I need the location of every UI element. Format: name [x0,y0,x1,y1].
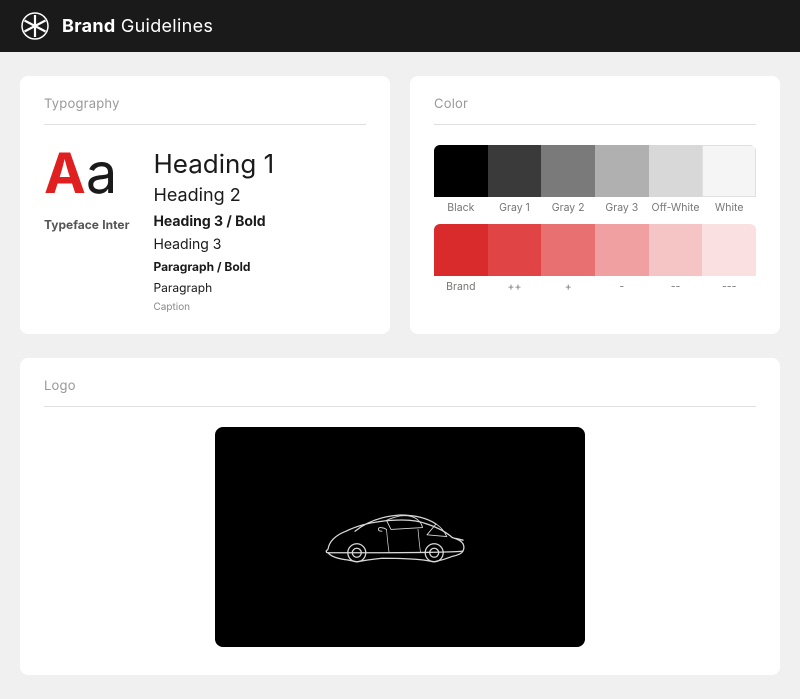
typography-divider [44,124,366,125]
swatch-box-white [702,145,756,197]
typography-aa: Aa [44,145,117,201]
swatch-box-gray3 [595,145,649,197]
swatch-label-gray3: Gray 3 [605,201,638,214]
swatch-gray2: Gray 2 [541,145,595,214]
typography-sample: Aa Typeface Inter [44,145,129,232]
swatch-label-black: Black [447,201,474,214]
swatch-brand: Brand [434,224,488,293]
swatch-label-brand-mm: -- [671,280,681,293]
swatch-label-brand-pp: ++ [508,280,522,293]
heading-3-sample: Heading 3 [153,235,274,255]
gray-swatches-row: Black Gray 1 Gray 2 Gray 3 Off-White [434,145,756,214]
swatch-black: Black [434,145,488,214]
brand-swatches-row: Brand ++ + - -- [434,224,756,293]
car-logo-icon [310,506,490,569]
letter-a-red: A [44,139,86,207]
swatch-label-brand-p: + [565,280,572,293]
swatch-box-black [434,145,488,197]
swatch-brand-mmm: --- [702,224,756,293]
logo-divider [44,406,756,407]
heading-3-bold-sample: Heading 3 / Bold [153,212,274,232]
color-section-title: Color [434,96,756,112]
typography-inner: Aa Typeface Inter Heading 1 Heading 2 He… [44,145,366,314]
swatch-label-brand-mmm: --- [722,280,737,293]
app-header: Brand Guidelines [0,0,800,52]
swatch-box-brand [434,224,488,276]
swatch-brand-pp: ++ [488,224,542,293]
main-content: Typography Aa Typeface Inter Heading 1 H… [0,52,800,699]
swatch-box-brand-mmm [702,224,756,276]
paragraph-sample: Paragraph [153,280,274,297]
swatch-box-brand-m [595,224,649,276]
color-card: Color Black Gray 1 Gray 2 Gray [410,76,780,334]
typography-section-title: Typography [44,96,366,112]
swatch-label-offwhite: Off-White [652,201,700,214]
swatch-label-gray2: Gray 2 [552,201,585,214]
swatch-box-gray2 [541,145,595,197]
heading-2-sample: Heading 2 [153,184,274,207]
typography-styles: Heading 1 Heading 2 Heading 3 / Bold Hea… [153,145,274,314]
brand-logo-icon [20,11,50,41]
heading-1-sample: Heading 1 [153,149,274,180]
typeface-label: Typeface Inter [44,217,129,232]
top-row: Typography Aa Typeface Inter Heading 1 H… [20,76,780,334]
swatch-label-gray1: Gray 1 [499,201,530,214]
swatch-brand-p: + [541,224,595,293]
swatch-brand-mm: -- [649,224,703,293]
paragraph-bold-sample: Paragraph / Bold [153,259,274,276]
logo-card: Logo [20,358,780,675]
swatch-gray1: Gray 1 [488,145,542,214]
swatch-box-brand-p [541,224,595,276]
swatch-label-brand-m: - [619,280,624,293]
logo-section-title: Logo [44,378,756,394]
swatch-brand-m: - [595,224,649,293]
app-title: Brand Guidelines [62,16,213,37]
letter-a-black: a [86,139,117,207]
swatch-box-gray1 [488,145,542,197]
swatch-box-offwhite [649,145,703,197]
swatch-white: White [702,145,756,214]
swatch-label-brand: Brand [446,280,475,293]
swatch-label-white: White [715,201,744,214]
typography-card: Typography Aa Typeface Inter Heading 1 H… [20,76,390,334]
color-divider [434,124,756,125]
swatch-offwhite: Off-White [649,145,703,214]
swatch-box-brand-mm [649,224,703,276]
swatch-box-brand-pp [488,224,542,276]
logo-image-wrap [215,427,585,647]
swatch-gray3: Gray 3 [595,145,649,214]
caption-sample: Caption [153,300,274,314]
